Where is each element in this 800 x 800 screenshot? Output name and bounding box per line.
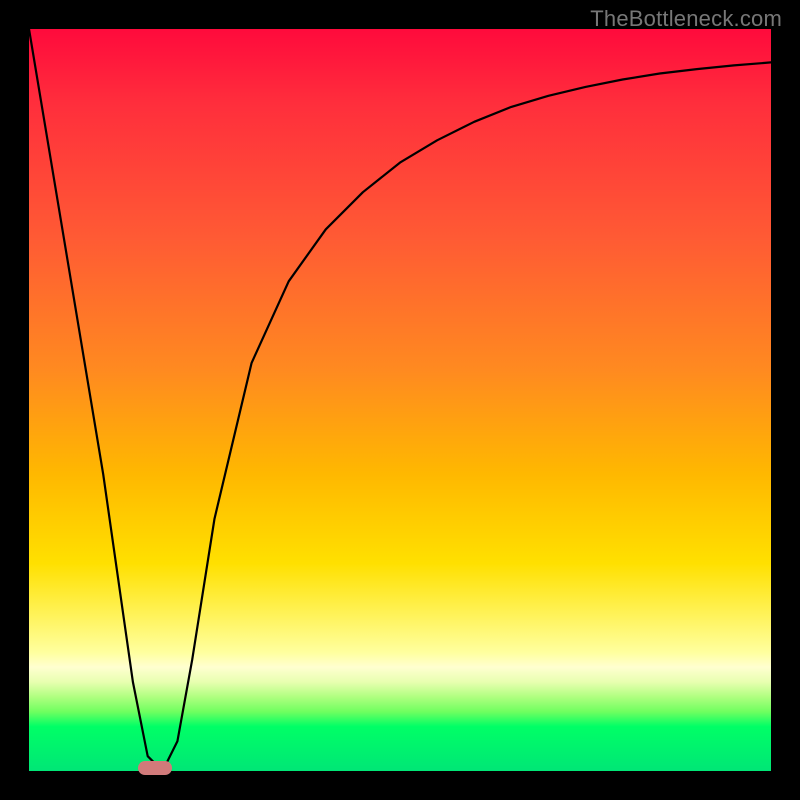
bottleneck-curve [29, 29, 771, 771]
plot-area [29, 29, 771, 771]
chart-frame: TheBottleneck.com [0, 0, 800, 800]
valley-marker [138, 761, 172, 775]
watermark-text: TheBottleneck.com [590, 6, 782, 32]
